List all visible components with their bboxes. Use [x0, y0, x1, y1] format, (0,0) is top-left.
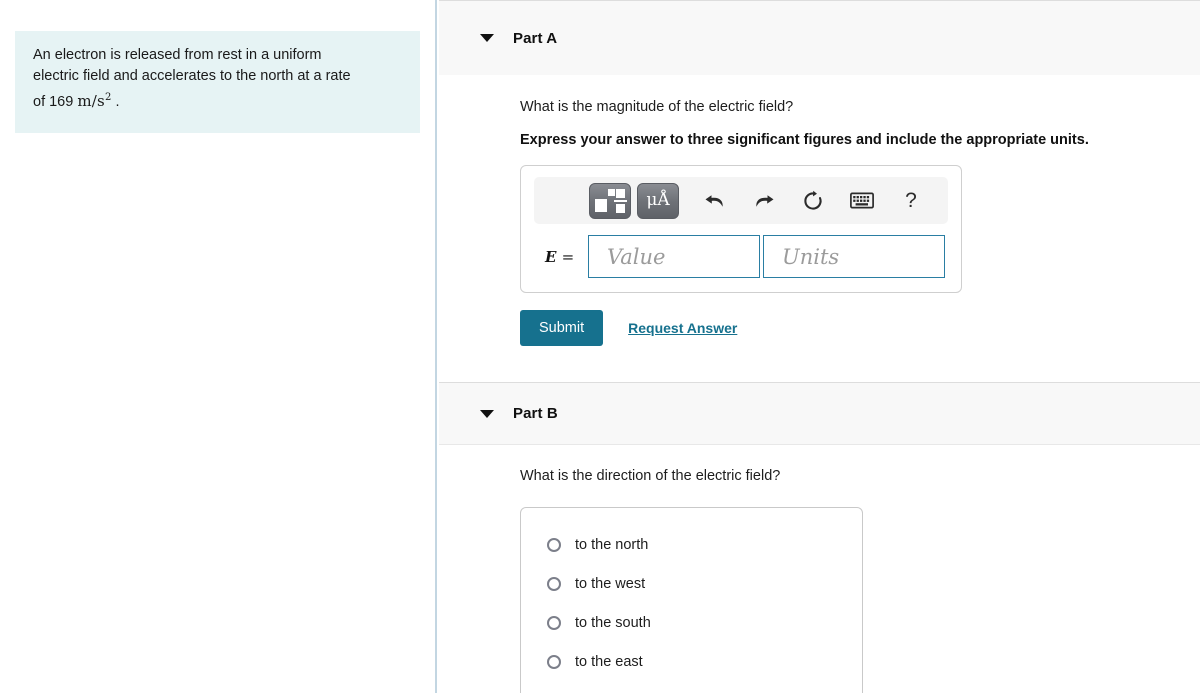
units-icon-button[interactable]: μÅ [637, 182, 679, 219]
variable-label: E = [534, 248, 588, 266]
choice-label: to the west [575, 575, 646, 592]
math-unit-text: m/s [77, 92, 105, 110]
choice-label: to the south [575, 614, 651, 631]
answer-entry-box: μÅ ? E = Value Units [520, 165, 962, 293]
undo-arrow-icon[interactable] [697, 183, 733, 219]
problem-statement-text: An electron is released from rest in a u… [33, 45, 402, 113]
redo-arrow-icon[interactable] [746, 183, 782, 219]
reset-circular-arrow-icon[interactable] [795, 183, 831, 219]
problem-line-3-suffix: . [115, 94, 120, 110]
help-question-icon[interactable]: ? [893, 183, 929, 219]
radio-icon[interactable] [547, 615, 561, 630]
page-root: An electron is released from rest in a u… [0, 0, 1200, 693]
problem-line-3-prefix: of 169 [33, 94, 74, 110]
keyboard-icon[interactable] [844, 183, 880, 219]
equals-sign: = [561, 247, 575, 266]
problem-line-2: electric field and accelerates to the no… [33, 68, 351, 84]
submit-button[interactable]: Submit [520, 310, 604, 346]
choice-label: to the east [575, 653, 643, 670]
units-micro-angstrom-icon: μÅ [646, 190, 670, 210]
request-answer-link[interactable]: Request Answer [628, 320, 737, 336]
radio-icon[interactable] [547, 576, 561, 591]
problem-line-1: An electron is released from rest in a u… [33, 47, 322, 63]
choice-option-west[interactable]: to the west [521, 564, 862, 603]
variable-symbol: E [545, 247, 557, 266]
part-a-actions: Submit Request Answer [520, 310, 1200, 346]
part-b-question: What is the direction of the electric fi… [520, 468, 781, 484]
part-a-label: Part A [513, 29, 558, 47]
math-template-icon-button[interactable] [589, 182, 631, 219]
problem-math-unit: m/s2 [77, 92, 111, 110]
math-exponent: 2 [104, 92, 112, 103]
part-a-instruction: Express your answer to three significant… [520, 132, 1089, 148]
choice-label: to the north [575, 536, 649, 553]
part-b-header[interactable]: Part B [439, 382, 1200, 445]
part-b-body: What is the direction of the electric fi… [439, 445, 1200, 693]
problem-statement-box: An electron is released from rest in a u… [15, 31, 420, 133]
choice-option-east[interactable]: to the east [521, 642, 862, 681]
units-input[interactable]: Units [763, 235, 945, 278]
problem-panel: An electron is released from rest in a u… [0, 0, 437, 693]
choice-option-north[interactable]: to the north [521, 525, 862, 564]
part-a-question: What is the magnitude of the electric fi… [520, 99, 794, 115]
math-toolbar: μÅ ? [534, 177, 948, 224]
part-b-label: Part B [513, 405, 558, 422]
parts-column: Part A What is the magnitude of the elec… [439, 0, 1200, 693]
radio-icon[interactable] [547, 537, 561, 552]
direction-choices-box: to the north to the west to the south to… [520, 507, 863, 693]
value-input[interactable]: Value [588, 235, 760, 278]
math-template-icon [595, 188, 627, 213]
radio-icon[interactable] [547, 654, 561, 669]
chevron-down-icon[interactable] [480, 34, 494, 42]
chevron-down-icon[interactable] [480, 409, 494, 418]
choice-option-south[interactable]: to the south [521, 603, 862, 642]
part-a-body: What is the magnitude of the electric fi… [439, 76, 1200, 382]
answer-input-row: E = Value Units [534, 235, 948, 278]
part-a-header[interactable]: Part A [439, 0, 1200, 76]
